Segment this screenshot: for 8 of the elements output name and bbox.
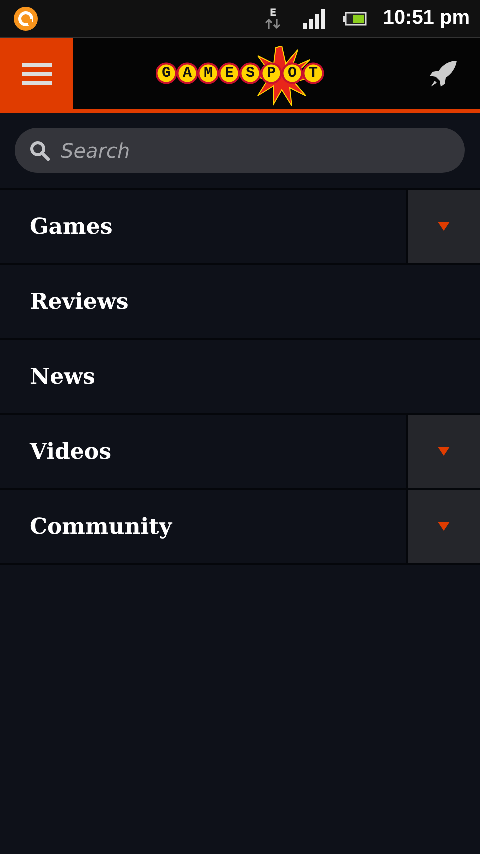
menu-item[interactable]: News (0, 340, 480, 413)
menu-item[interactable]: Community (0, 490, 406, 563)
network-type: E (270, 8, 277, 19)
menu-item[interactable]: Games (0, 190, 406, 263)
search-field[interactable]: Search (15, 128, 465, 173)
status-time: 10:51 pm (383, 7, 470, 30)
menu-item[interactable]: Videos (0, 415, 406, 488)
menu-item[interactable]: Reviews (0, 265, 480, 338)
